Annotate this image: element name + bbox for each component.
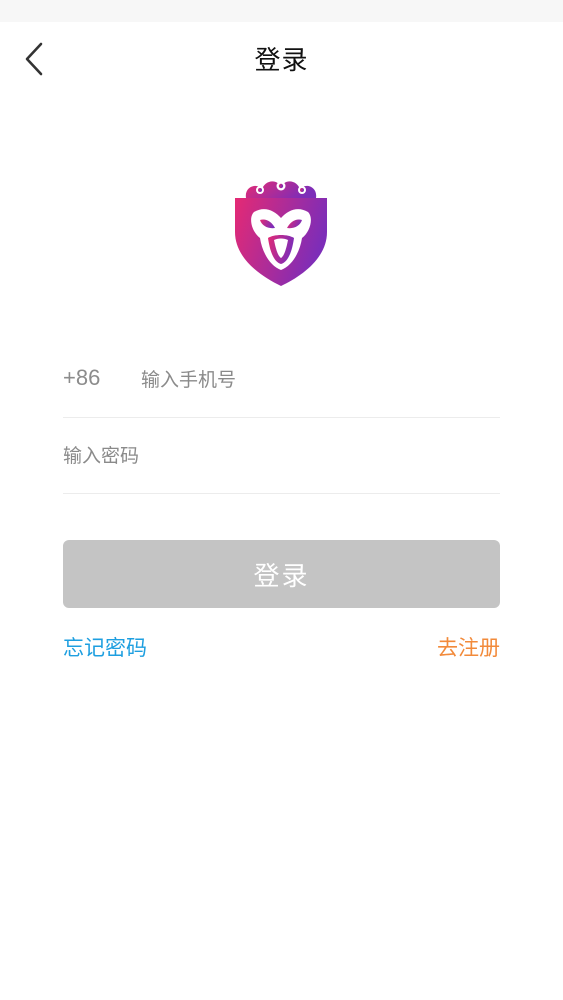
password-input[interactable] xyxy=(63,435,500,476)
country-code[interactable]: +86 xyxy=(63,365,141,391)
phone-input[interactable] xyxy=(141,359,500,400)
phone-row: +86 xyxy=(63,342,500,418)
app-logo xyxy=(230,176,332,288)
monkey-shield-logo-icon xyxy=(235,181,327,286)
register-link[interactable]: 去注册 xyxy=(437,632,500,662)
nav-bar: 登录 xyxy=(0,22,563,98)
password-row xyxy=(63,418,500,494)
page-title: 登录 xyxy=(254,46,309,76)
forgot-password-link[interactable]: 忘记密码 xyxy=(63,632,147,662)
login-button[interactable]: 登录 xyxy=(63,540,500,608)
status-bar xyxy=(0,0,563,22)
